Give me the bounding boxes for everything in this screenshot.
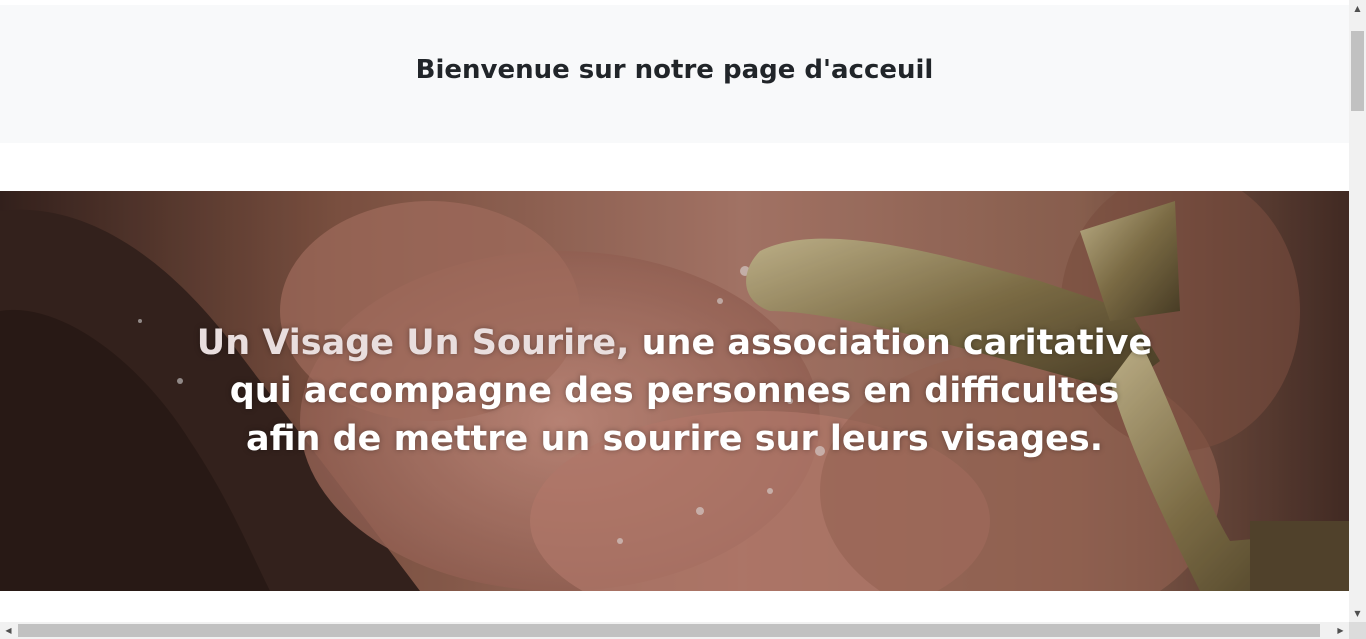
hero-banner: Un Visage Un Sourire, une association ca… [0,191,1349,591]
page-viewport: Bienvenue sur notre page d'acceuil Un Vi… [0,0,1349,622]
hero-line-2: qui accompagne des personnes en difficul… [229,371,1120,411]
scroll-down-arrow-icon[interactable]: ▼ [1349,605,1366,622]
page-header: Bienvenue sur notre page d'acceuil [0,5,1349,143]
hero-line-1-rest: une association caritative [629,323,1153,363]
hero-tagline: Un Visage Un Sourire, une association ca… [0,319,1349,463]
hero-line-1: Un Visage Un Sourire, une association ca… [0,319,1349,367]
scroll-left-arrow-icon[interactable]: ◀ [0,622,17,639]
scroll-right-arrow-icon[interactable]: ▶ [1332,622,1349,639]
horizontal-scrollbar[interactable]: ◀ ▶ [0,622,1349,639]
scrollbar-corner [1349,622,1366,639]
hero-line-3: afin de mettre un sourire sur leurs visa… [245,419,1104,459]
vertical-scrollbar[interactable]: ▲ ▼ [1349,0,1366,622]
association-name: Un Visage Un Sourire, [196,323,630,363]
horizontal-scroll-thumb[interactable] [18,624,1320,637]
scroll-up-arrow-icon[interactable]: ▲ [1349,0,1366,17]
vertical-scroll-thumb[interactable] [1351,31,1364,111]
page-title: Bienvenue sur notre page d'acceuil [415,55,934,85]
